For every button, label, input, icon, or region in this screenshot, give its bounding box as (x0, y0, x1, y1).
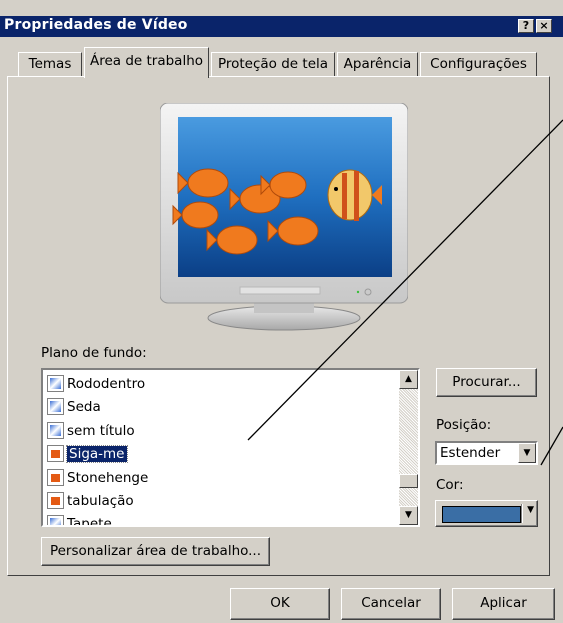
list-item[interactable]: sem título (47, 420, 135, 441)
html-file-icon (47, 445, 64, 462)
scroll-down-button[interactable]: ▼ (399, 506, 418, 525)
list-item-selected[interactable]: Siga-me (47, 443, 128, 464)
tab-area-de-trabalho[interactable]: Área de trabalho (84, 47, 209, 78)
chevron-down-icon: ▼ (527, 505, 534, 515)
tab-configuracoes[interactable]: Configurações (420, 52, 537, 76)
display-properties-window: Propriedades de Vídeo ? × Temas Área de … (0, 0, 563, 623)
color-swatch (442, 506, 521, 523)
monitor-preview (160, 103, 408, 331)
divider (521, 504, 522, 523)
tab-aparencia[interactable]: Aparência (337, 52, 418, 76)
html-file-icon (47, 492, 64, 509)
ok-button[interactable]: OK (230, 588, 330, 620)
position-value: Estender (440, 445, 501, 461)
customize-desktop-button[interactable]: Personalizar área de trabalho... (41, 537, 270, 566)
cancel-button[interactable]: Cancelar (341, 588, 441, 620)
background-label: Plano de fundo: (41, 345, 147, 361)
apply-button[interactable]: Aplicar (452, 588, 555, 620)
position-label: Posição: (436, 417, 492, 433)
list-scrollbar[interactable]: ▲ ▼ (399, 370, 418, 525)
window-title: Propriedades de Vídeo (4, 17, 188, 33)
image-file-icon (47, 398, 64, 415)
title-bar[interactable]: Propriedades de Vídeo ? × (0, 16, 563, 37)
list-item[interactable]: tabulação (47, 490, 134, 511)
html-file-icon (47, 469, 64, 486)
list-item[interactable]: Seda (47, 396, 101, 417)
tab-protecao-de-tela[interactable]: Proteção de tela (211, 52, 335, 76)
list-item[interactable]: Stonehenge (47, 467, 148, 488)
image-file-icon (47, 515, 64, 525)
tab-temas[interactable]: Temas (18, 52, 82, 76)
scroll-up-button[interactable]: ▲ (399, 370, 418, 389)
close-button[interactable]: × (536, 19, 552, 33)
image-file-icon (47, 375, 64, 392)
color-label: Cor: (436, 477, 464, 493)
list-item[interactable]: Tapete (47, 513, 112, 525)
image-file-icon (47, 422, 64, 439)
browse-button[interactable]: Procurar... (436, 368, 537, 397)
list-item[interactable]: Rododentro (47, 373, 145, 394)
chevron-down-icon[interactable]: ▼ (518, 443, 536, 463)
background-listbox[interactable]: Rododentro Seda sem título Siga-me Stone… (41, 368, 420, 527)
position-select[interactable]: Estender ▼ (435, 441, 538, 465)
scroll-thumb[interactable] (399, 474, 418, 488)
help-button[interactable]: ? (518, 19, 534, 33)
color-picker-button[interactable]: ▼ (435, 500, 538, 527)
